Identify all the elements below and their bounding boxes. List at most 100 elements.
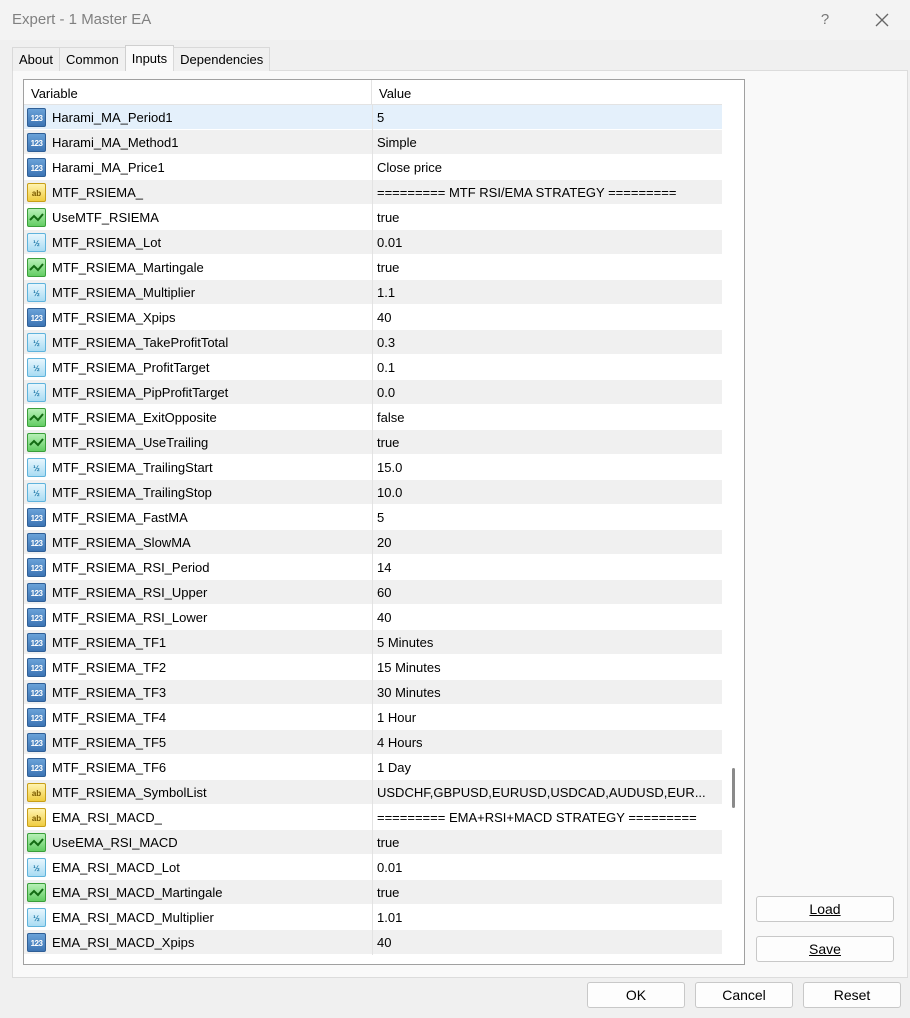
tab-about[interactable]: About (12, 47, 60, 71)
table-row[interactable]: EMA_RSI_MACD_Martingale true (24, 880, 722, 905)
column-divider (372, 180, 373, 205)
table-row[interactable]: 123 Harami_MA_Method1 Simple (24, 130, 722, 155)
column-divider (372, 130, 373, 155)
variable-value[interactable]: false (377, 410, 719, 425)
variable-value[interactable]: 5 Minutes (377, 635, 719, 650)
tab-dependencies[interactable]: Dependencies (173, 47, 271, 71)
variable-name: MTF_RSIEMA_Martingale (52, 260, 204, 275)
scrollbar-thumb[interactable] (732, 768, 735, 808)
variable-value[interactable]: 20 (377, 535, 719, 550)
variable-value[interactable]: 1 Hour (377, 710, 719, 725)
integer-type-icon: 123 (27, 633, 46, 652)
table-row[interactable]: 123 Harami_MA_Price1 Close price (24, 155, 722, 180)
table-row[interactable]: 123 MTF_RSIEMA_TF2 15 Minutes (24, 655, 722, 680)
table-row[interactable]: 123 MTF_RSIEMA_RSI_Period 14 (24, 555, 722, 580)
variable-name: UseMTF_RSIEMA (52, 210, 159, 225)
cancel-button[interactable]: Cancel (695, 982, 793, 1008)
variable-value[interactable]: 1.1 (377, 285, 719, 300)
table-row[interactable]: 123 MTF_RSIEMA_TF5 4 Hours (24, 730, 722, 755)
save-button[interactable]: Save (756, 936, 894, 962)
table-row[interactable]: MTF_RSIEMA_UseTrailing true (24, 430, 722, 455)
variable-value[interactable]: true (377, 435, 719, 450)
variable-value[interactable]: 0.01 (377, 235, 719, 250)
variable-value[interactable]: Close price (377, 160, 719, 175)
variable-value[interactable]: ========= EMA+RSI+MACD STRATEGY ========… (377, 810, 719, 825)
table-row[interactable]: MTF_RSIEMA_ExitOpposite false (24, 405, 722, 430)
close-button[interactable] (866, 6, 898, 34)
table-row[interactable]: ½ MTF_RSIEMA_Lot 0.01 (24, 230, 722, 255)
column-divider (372, 755, 373, 780)
table-row[interactable]: ½ MTF_RSIEMA_TrailingStart 15.0 (24, 455, 722, 480)
variable-value[interactable]: 5 (377, 510, 719, 525)
variable-value[interactable]: 15.0 (377, 460, 719, 475)
table-row[interactable]: UseEMA_RSI_MACD true (24, 830, 722, 855)
variable-value[interactable]: 30 Minutes (377, 685, 719, 700)
variable-value[interactable]: 10.0 (377, 485, 719, 500)
table-row[interactable]: 123 MTF_RSIEMA_RSI_Upper 60 (24, 580, 722, 605)
ok-button[interactable]: OK (587, 982, 685, 1008)
variable-value[interactable]: Simple (377, 135, 719, 150)
variable-value[interactable]: true (377, 835, 719, 850)
tab-common[interactable]: Common (58, 47, 126, 71)
column-header-variable[interactable]: Variable (24, 80, 372, 105)
variable-value[interactable]: 1.01 (377, 910, 719, 925)
grid-header: Variable Value (24, 80, 722, 105)
variable-value[interactable]: true (377, 885, 719, 900)
table-row[interactable]: 123 MTF_RSIEMA_RSI_Lower 40 (24, 605, 722, 630)
reset-button[interactable]: Reset (803, 982, 901, 1008)
variable-value[interactable]: 1 Day (377, 760, 719, 775)
table-row[interactable]: MTF_RSIEMA_Martingale true (24, 255, 722, 280)
variable-value[interactable]: USDCHF,GBPUSD,EURUSD,USDCAD,AUDUSD,EUR..… (377, 785, 719, 800)
variable-value[interactable]: 40 (377, 610, 719, 625)
table-row[interactable]: 123 MTF_RSIEMA_TF3 30 Minutes (24, 680, 722, 705)
table-row[interactable]: ½ MTF_RSIEMA_TakeProfitTotal 0.3 (24, 330, 722, 355)
variable-value[interactable]: 5 (377, 110, 719, 125)
vertical-scrollbar[interactable] (722, 80, 744, 964)
variable-value[interactable]: 14 (377, 560, 719, 575)
help-button[interactable]: ? (810, 8, 840, 32)
variable-value[interactable]: 15 Minutes (377, 660, 719, 675)
column-divider (372, 605, 373, 630)
variable-value[interactable]: 0.01 (377, 860, 719, 875)
variable-value[interactable]: true (377, 260, 719, 275)
boolean-type-icon (27, 208, 46, 227)
tab-inputs[interactable]: Inputs (124, 45, 175, 71)
variable-value[interactable]: 0.3 (377, 335, 719, 350)
table-row[interactable]: ab EMA_RSI_MACD_ ========= EMA+RSI+MACD ST… (24, 805, 722, 830)
variable-name: MTF_RSIEMA_TF3 (52, 685, 167, 700)
column-header-value[interactable]: Value (372, 80, 722, 105)
variable-name: EMA_RSI_MACD_Multiplier (52, 910, 214, 925)
double-type-icon: ½ (27, 283, 46, 302)
variable-value[interactable]: 40 (377, 310, 719, 325)
table-row[interactable]: UseMTF_RSIEMA true (24, 205, 722, 230)
table-row[interactable]: ½ EMA_RSI_MACD_Lot 0.01 (24, 855, 722, 880)
table-row[interactable]: ½ EMA_RSI_MACD_Multiplier 1.01 (24, 905, 722, 930)
table-row[interactable]: 123 EMA_RSI_MACD_Xpips 40 (24, 930, 722, 955)
table-row[interactable]: 123 MTF_RSIEMA_SlowMA 20 (24, 530, 722, 555)
variable-value[interactable]: 4 Hours (377, 735, 719, 750)
table-row[interactable]: 123 MTF_RSIEMA_TF1 5 Minutes (24, 630, 722, 655)
grid-rows: 123 Harami_MA_Period1 5 123 Harami_MA_Method… (24, 105, 722, 955)
table-row[interactable]: ½ MTF_RSIEMA_ProfitTarget 0.1 (24, 355, 722, 380)
variable-value[interactable]: 40 (377, 935, 719, 950)
variable-value[interactable]: ========= MTF RSI/EMA STRATEGY ========= (377, 185, 719, 200)
table-row[interactable]: ½ MTF_RSIEMA_Multiplier 1.1 (24, 280, 722, 305)
table-row[interactable]: ab MTF_RSIEMA_SymbolList USDCHF,GBPUSD,EUR… (24, 780, 722, 805)
double-type-icon: ½ (27, 358, 46, 377)
variable-value[interactable]: true (377, 210, 719, 225)
table-row[interactable]: ½ MTF_RSIEMA_TrailingStop 10.0 (24, 480, 722, 505)
table-row[interactable]: 123 MTF_RSIEMA_TF6 1 Day (24, 755, 722, 780)
column-divider (372, 455, 373, 480)
table-row[interactable]: 123 MTF_RSIEMA_FastMA 5 (24, 505, 722, 530)
table-row[interactable]: ab MTF_RSIEMA_ ========= MTF RSI/EMA STRAT… (24, 180, 722, 205)
table-row[interactable]: 123 MTF_RSIEMA_TF4 1 Hour (24, 705, 722, 730)
variable-value[interactable]: 0.0 (377, 385, 719, 400)
table-row[interactable]: ½ MTF_RSIEMA_PipProfitTarget 0.0 (24, 380, 722, 405)
table-row[interactable]: 123 MTF_RSIEMA_Xpips 40 (24, 305, 722, 330)
load-button[interactable]: Load (756, 896, 894, 922)
variable-value[interactable]: 0.1 (377, 360, 719, 375)
variable-value[interactable]: 60 (377, 585, 719, 600)
double-type-icon: ½ (27, 483, 46, 502)
column-divider (372, 155, 373, 180)
table-row[interactable]: 123 Harami_MA_Period1 5 (24, 105, 722, 130)
